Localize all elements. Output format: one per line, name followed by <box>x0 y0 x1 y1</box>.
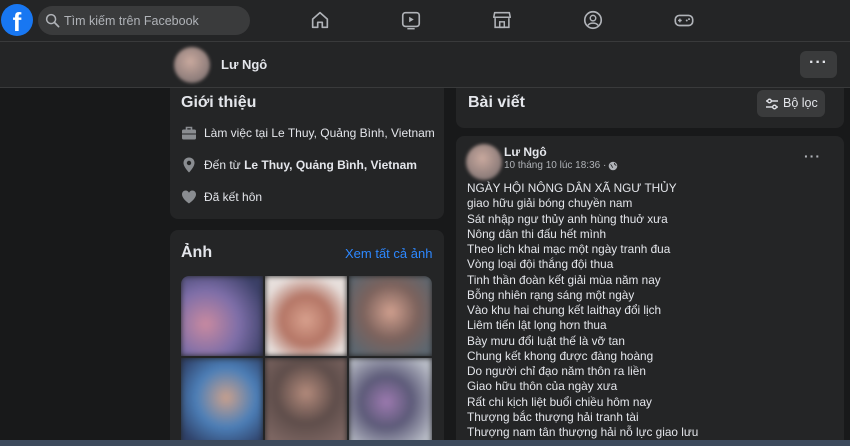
post-line: Vòng loại đội thắng đội thua <box>467 257 614 272</box>
post-line: Bày mưu đổi luật thế là vỡ tan <box>467 333 625 348</box>
home-icon[interactable] <box>309 9 331 31</box>
post-line: Liêm tiến lật lọng hơn thua <box>467 318 607 333</box>
post-text: NGÀY HỘI NÔNG DÂN XÃ NGƯ THỦY giao hữu g… <box>467 181 837 440</box>
post-line: Tinh thần đoàn kết giải mùa năm nay <box>467 272 661 287</box>
intro-work-prefix: Làm việc tại <box>204 126 272 140</box>
globe-icon <box>608 161 618 171</box>
intro-work-value[interactable]: Le Thuy, Quảng Bình, Vietnam <box>271 126 434 140</box>
filter-icon <box>766 98 778 110</box>
photo-thumbnail[interactable] <box>349 276 432 356</box>
post-line: giao hữu giải bóng chuyền nam <box>467 196 633 211</box>
post-author-name[interactable]: Lư Ngô <box>504 145 547 159</box>
briefcase-icon <box>182 126 196 140</box>
photo-thumbnail[interactable] <box>265 276 347 356</box>
top-navigation-bar: f <box>0 0 850 42</box>
see-all-photos-link[interactable]: Xem tất cả ảnh <box>345 246 432 261</box>
post-line: Rất chi kịch liệt buổi chiều hôm nay <box>467 394 652 409</box>
post-line: Theo lịch khai mạc một ngày tranh đua <box>467 242 671 256</box>
photo-thumbnail[interactable] <box>181 276 263 356</box>
post-author-avatar[interactable] <box>466 144 502 180</box>
post-line: NGÀY HỘI NÔNG DÂN XÃ NGƯ THỦY <box>467 181 677 195</box>
post-line: Nông dân thi đấu hết mình <box>467 226 607 241</box>
photos-card: Ảnh Xem tất cả ảnh <box>170 230 444 446</box>
facebook-logo[interactable]: f <box>1 4 33 37</box>
post-card: Lư Ngô 10 tháng 10 lúc 18:36 · ··· NGÀY … <box>456 136 844 446</box>
search-box[interactable] <box>38 6 250 35</box>
post-line: Thượng nam tân thượng hải nỗ lực giao lư… <box>467 425 699 439</box>
photo-thumbnail[interactable] <box>181 358 263 446</box>
post-line: Chung kết khong được đàng hoàng <box>467 348 654 363</box>
post-timestamp[interactable]: 10 tháng 10 lúc 18:36 · <box>504 160 606 171</box>
profile-name[interactable]: Lư Ngô <box>221 57 267 72</box>
taskbar-edge <box>0 440 850 446</box>
post-line: Sát nhập ngư thủy anh hùng thuở xưa <box>467 211 668 226</box>
intro-title: Giới thiệu <box>181 94 257 111</box>
intro-card: Giới thiệu Làm việc tại Le Thuy, Quảng B… <box>170 88 444 219</box>
gaming-icon[interactable] <box>673 9 695 31</box>
intro-hometown-value[interactable]: Le Thuy, Quảng Bình, Vietnam <box>244 158 417 172</box>
marketplace-icon[interactable] <box>491 9 513 31</box>
more-options-button[interactable]: ··· <box>800 51 837 78</box>
post-line: Giao hữu thôn của ngày xưa <box>467 379 618 394</box>
photo-thumbnail[interactable] <box>349 358 432 446</box>
post-line: Bỗng nhiên rạng sáng một ngày <box>467 287 635 302</box>
profile-sticky-header: Lư Ngô ··· <box>0 42 850 88</box>
search-icon <box>45 13 60 28</box>
avatar[interactable] <box>174 47 210 83</box>
posts-header-card: Bài viết Bộ lọc <box>456 88 844 128</box>
filter-label: Bộ lọc <box>783 96 818 110</box>
location-pin-icon <box>183 157 195 173</box>
photos-title: Ảnh <box>181 244 213 261</box>
post-line: Do người chỉ đạo năm thôn ra liền <box>467 364 646 378</box>
intro-hometown-prefix: Đến từ <box>204 158 245 172</box>
posts-title: Bài viết <box>468 94 525 111</box>
post-menu-button[interactable]: ··· <box>804 148 821 164</box>
intro-relationship-value: Đã kết hôn <box>204 190 263 204</box>
filter-button[interactable]: Bộ lọc <box>757 90 825 117</box>
post-line: Vào khu hai chung kết laithay đổi lịch <box>467 303 662 317</box>
groups-icon[interactable] <box>582 9 604 31</box>
post-line: Thượng bắc thượng hải tranh tài <box>467 409 639 424</box>
watch-icon[interactable] <box>400 9 422 31</box>
photo-thumbnail[interactable] <box>265 358 347 446</box>
heart-icon <box>182 190 196 204</box>
search-input[interactable] <box>64 6 244 35</box>
